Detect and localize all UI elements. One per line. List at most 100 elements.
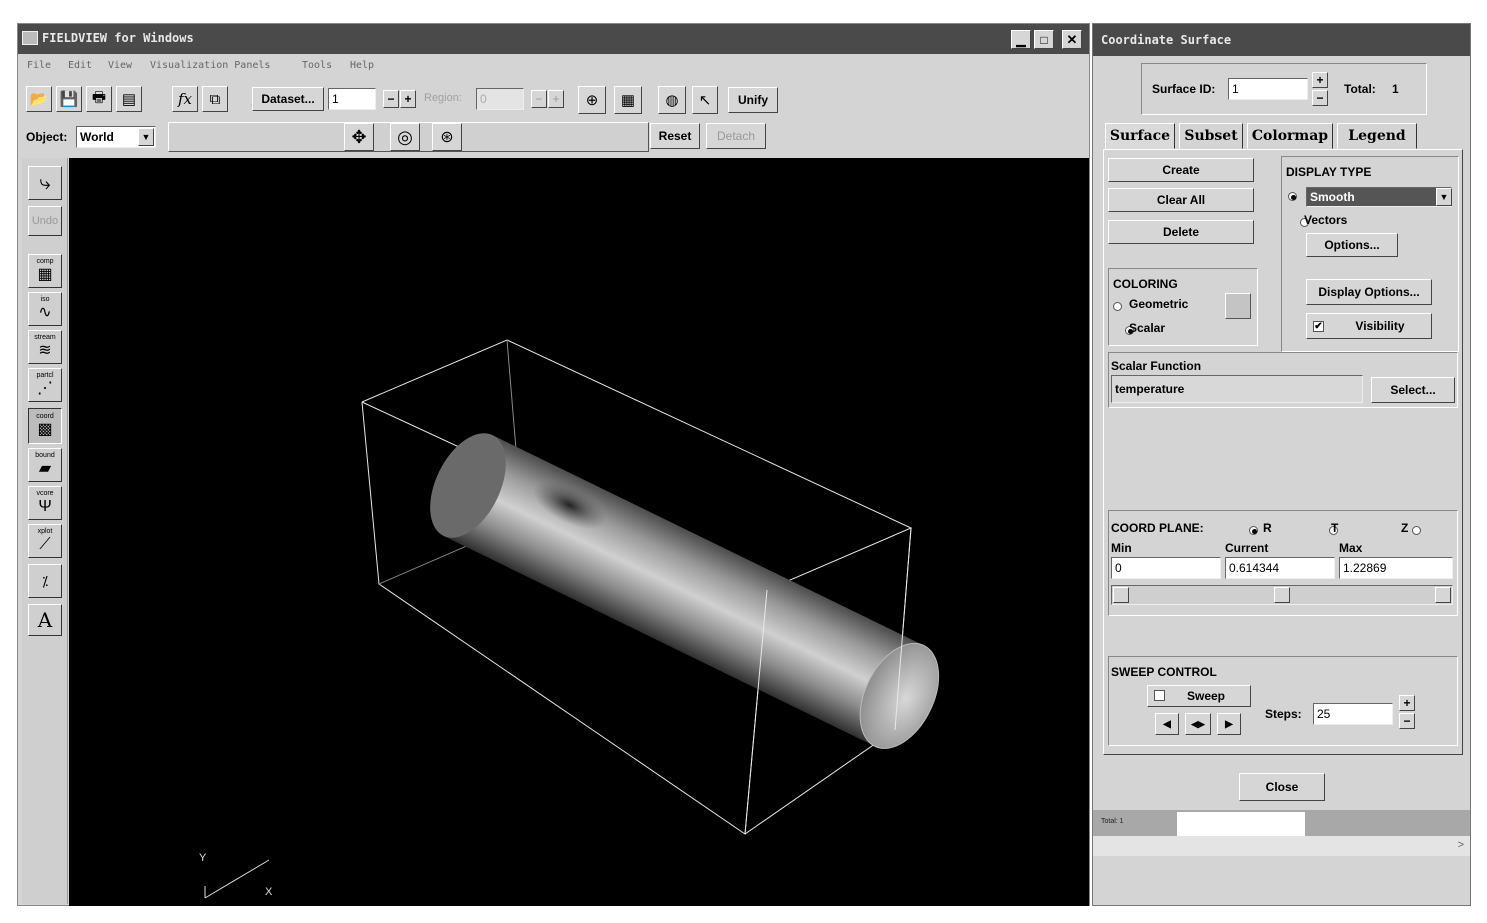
pointer-icon[interactable]: ↖ <box>692 86 718 114</box>
surface-id-field[interactable]: 1 <box>1228 78 1308 100</box>
dataset-button[interactable]: Dataset... <box>252 87 324 111</box>
close-button[interactable]: Close <box>1239 773 1325 801</box>
graphics-viewport[interactable]: Y X <box>69 158 1089 906</box>
main-title: FIELDVIEW for Windows <box>42 31 194 45</box>
function-icon[interactable]: fx <box>172 86 198 112</box>
smooth-radio[interactable] <box>1288 192 1297 202</box>
copy-icon[interactable]: ⧉ <box>202 86 228 112</box>
sweep-checkbox[interactable] <box>1154 690 1165 701</box>
menu-view[interactable]: View <box>108 60 132 71</box>
open-icon[interactable]: 📂 <box>26 86 52 112</box>
coord-r-radio[interactable] <box>1249 526 1258 536</box>
dataset-increment-button[interactable]: + <box>400 90 416 108</box>
menu-tools[interactable]: Tools <box>302 60 332 71</box>
create-button[interactable]: Create <box>1108 158 1254 182</box>
particle-path-tool[interactable]: partcl ⋰ <box>28 368 62 402</box>
object-select-value: World <box>80 130 114 144</box>
surface-id-decrement[interactable]: − <box>1312 90 1328 106</box>
axis-y-label: Y <box>199 852 207 864</box>
unify-button[interactable]: Unify <box>728 87 778 113</box>
current-field[interactable]: 0.614344 <box>1225 557 1335 579</box>
scroll-right-icon[interactable]: > <box>1458 839 1464 851</box>
reset-button[interactable]: Reset <box>650 123 700 149</box>
scalar-function-field[interactable]: temperature <box>1111 375 1363 403</box>
panel-title-bar[interactable]: Coordinate Surface <box>1093 24 1470 56</box>
status-total: Total: 1 <box>1101 818 1124 825</box>
print-icon[interactable]: 🖶 <box>86 86 112 112</box>
surface-id-increment[interactable]: + <box>1312 72 1328 88</box>
sweep-both-button[interactable]: ◀▶ <box>1185 713 1211 735</box>
main-title-bar[interactable]: FIELDVIEW for Windows ▁ □ ✕ <box>18 24 1089 54</box>
min-field[interactable]: 0 <box>1111 557 1221 579</box>
menu-file[interactable]: File <box>27 60 51 71</box>
geometric-radio[interactable] <box>1113 302 1122 312</box>
boundary-surface-tool[interactable]: bound ▰ <box>28 448 62 482</box>
object-bar: Object: World ▼ ✥ ◎ ⊛ Reset Detach <box>18 120 1089 154</box>
delete-button[interactable]: Delete <box>1108 220 1254 244</box>
probe-icon[interactable]: ⤷ <box>28 166 62 200</box>
axis-x-label: X <box>265 886 273 898</box>
mesh-icon: ▦ <box>37 266 53 283</box>
slider-thumb[interactable] <box>1274 587 1290 603</box>
coordinate-surface-tool[interactable]: coord ▩ <box>28 408 62 444</box>
vortex-core-tool[interactable]: vcore Ψ <box>28 486 62 520</box>
minimize-button[interactable]: ▁ <box>1011 30 1031 49</box>
text-annotation-tool[interactable]: A <box>28 604 62 636</box>
move-icon[interactable]: ✥ <box>344 123 374 151</box>
options-button[interactable]: Options... <box>1306 233 1398 257</box>
visibility-checkbox[interactable]: ✔ <box>1313 321 1324 332</box>
tool-sidebar: ⤷ Undo comp ▦ iso ∿ stream ≋ partcl ⋰ coord ▩… <box>22 158 68 904</box>
display-type-dropdown-arrow[interactable]: ▼ <box>1436 188 1452 206</box>
max-field[interactable]: 1.22869 <box>1339 557 1453 579</box>
transform-icon[interactable]: ⊕ <box>578 86 606 114</box>
computational-surface-tool[interactable]: comp ▦ <box>28 254 62 288</box>
vortex-icon: Ψ <box>38 498 52 515</box>
dataset-field[interactable]: 1 <box>328 88 376 110</box>
clear-all-button[interactable]: Clear All <box>1108 188 1254 212</box>
streamline-tool[interactable]: stream ≋ <box>28 330 62 364</box>
tab-subset[interactable]: Subset <box>1179 123 1243 149</box>
rotate-icon[interactable]: ◎ <box>390 123 420 151</box>
tab-content: Create Clear All Delete DISPLAY TYPE Smo… <box>1103 149 1463 755</box>
coord-slider[interactable] <box>1111 585 1453 605</box>
tool-label-coord: coord <box>36 413 54 420</box>
sweep-back-button[interactable]: ◀ <box>1155 713 1179 735</box>
formula-tool[interactable]: ⁒ <box>28 564 62 598</box>
menu-help[interactable]: Help <box>350 60 374 71</box>
sweep-forward-button[interactable]: ▶ <box>1217 713 1241 735</box>
tab-surface[interactable]: Surface <box>1105 123 1175 149</box>
display-type-select[interactable]: Smooth <box>1306 187 1452 207</box>
steps-decrement[interactable]: − <box>1399 713 1415 729</box>
save-icon[interactable]: 💾 <box>56 86 82 112</box>
surface-id-label: Surface ID: <box>1152 82 1216 96</box>
steps-field[interactable]: 25 <box>1313 703 1393 725</box>
iso-surface-tool[interactable]: iso ∿ <box>28 292 62 326</box>
camera-icon[interactable]: ⊛ <box>432 123 462 151</box>
grid-icon[interactable]: ▦ <box>614 86 642 114</box>
undo-button: Undo <box>28 206 62 236</box>
sweep-button[interactable]: Sweep <box>1147 685 1251 707</box>
steps-increment[interactable]: + <box>1399 695 1415 711</box>
display-options-button[interactable]: Display Options... <box>1306 279 1432 305</box>
coloring-heading: COLORING <box>1113 277 1178 291</box>
menu-bar: File Edit View Visualization Panels Tool… <box>18 58 1089 76</box>
tool-label-iso: iso <box>40 296 50 303</box>
globe-icon[interactable]: ◍ <box>658 86 686 114</box>
visibility-label: Visibility <box>1355 319 1405 333</box>
xy-plot-tool[interactable]: xplot ⟋ <box>28 524 62 558</box>
menu-edit[interactable]: Edit <box>68 60 92 71</box>
maximize-button[interactable]: □ <box>1034 30 1054 49</box>
coord-z-radio[interactable] <box>1411 526 1421 536</box>
geometric-color-swatch[interactable] <box>1225 293 1251 319</box>
window-icon[interactable]: ▤ <box>116 86 142 112</box>
dataset-decrement-button[interactable]: − <box>383 90 399 108</box>
menu-visualization-panels[interactable]: Visualization Panels <box>150 60 270 71</box>
select-function-button[interactable]: Select... <box>1371 377 1455 403</box>
tab-colormap[interactable]: Colormap <box>1247 123 1333 149</box>
object-dropdown-arrow[interactable]: ▼ <box>138 128 154 146</box>
display-type-value: Smooth <box>1310 190 1355 204</box>
tab-legend[interactable]: Legend <box>1337 123 1417 149</box>
visibility-button[interactable]: ✔ Visibility <box>1306 313 1432 339</box>
close-window-button[interactable]: ✕ <box>1062 30 1082 49</box>
horizontal-scrollbar[interactable]: > <box>1093 836 1470 856</box>
